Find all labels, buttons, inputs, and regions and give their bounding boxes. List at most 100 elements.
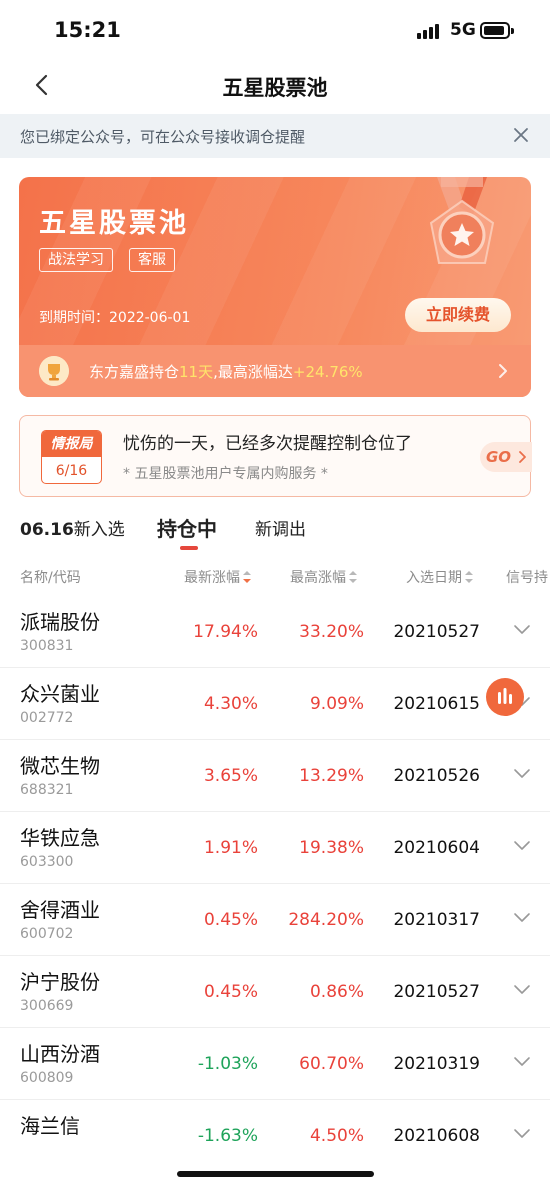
notice-text: 您已绑定公众号，可在公众号接收调仓提醒 bbox=[20, 128, 306, 146]
banner-mid: ,最高涨幅达 bbox=[213, 363, 293, 381]
header-latest-change[interactable]: 最新涨幅 bbox=[184, 567, 251, 587]
sort-icon bbox=[465, 571, 473, 583]
entry-date: 20210527 bbox=[393, 982, 480, 1002]
latest-change: -1.03% bbox=[197, 1054, 258, 1074]
intel-subtitle: * 五星股票池用户专属内购服务 * bbox=[123, 466, 328, 482]
go-button[interactable]: GO bbox=[480, 442, 532, 472]
network-label: 5G bbox=[450, 20, 476, 40]
intel-card[interactable]: 情报局 6/16 忧伤的一天，已经多次提醒控制仓位了 * 五星股票池用户专属内购… bbox=[19, 415, 532, 497]
stock-code: 600702 bbox=[20, 926, 74, 942]
chevron-down-icon[interactable] bbox=[513, 984, 531, 996]
tag-customer-service[interactable]: 客服 bbox=[129, 248, 175, 272]
card-title: 五星股票池 bbox=[39, 208, 189, 239]
status-bar: 15:21 5G bbox=[0, 0, 550, 60]
header-entry-date[interactable]: 入选日期 bbox=[406, 567, 473, 587]
header-label: 最新涨幅 bbox=[184, 570, 240, 586]
tab-date: 06.16 bbox=[20, 520, 74, 540]
header-signal: 信号持 bbox=[506, 570, 548, 586]
stock-name: 微芯生物 bbox=[20, 754, 100, 778]
stock-name: 华铁应急 bbox=[20, 826, 100, 850]
stock-code: 603300 bbox=[20, 854, 74, 870]
latest-change: 3.65% bbox=[203, 766, 258, 786]
chevron-down-icon[interactable] bbox=[513, 1056, 531, 1068]
max-change: 33.20% bbox=[299, 622, 364, 642]
latest-change: 1.91% bbox=[203, 838, 258, 858]
sort-icon bbox=[349, 571, 357, 583]
chevron-right-icon bbox=[499, 364, 507, 378]
stock-code: 688321 bbox=[20, 782, 74, 798]
tab-bar: 06.16新入选 持仓中 新调出 bbox=[0, 505, 550, 555]
trophy-icon bbox=[39, 356, 69, 386]
nav-bar: 五星股票池 bbox=[0, 60, 550, 112]
latest-change: -1.63% bbox=[197, 1126, 258, 1146]
performance-text: 东方嘉盛持仓11天,最高涨幅达+24.76% bbox=[89, 361, 363, 382]
entry-date: 20210604 bbox=[393, 838, 480, 858]
max-change: 9.09% bbox=[309, 694, 364, 714]
chevron-down-icon[interactable] bbox=[513, 624, 531, 636]
expire-label: 到期时间： bbox=[39, 310, 109, 326]
intel-badge: 情报局 6/16 bbox=[41, 430, 102, 484]
entry-date: 20210526 bbox=[393, 766, 480, 786]
max-change: 19.38% bbox=[299, 838, 364, 858]
latest-change: 17.94% bbox=[193, 622, 258, 642]
tab-new-selected[interactable]: 06.16新入选 bbox=[20, 515, 125, 540]
header-max-change[interactable]: 最高涨幅 bbox=[290, 567, 357, 587]
table-row[interactable]: 派瑞股份 300831 17.94% 33.20% 20210527 bbox=[0, 596, 550, 668]
tab-holding[interactable]: 持仓中 bbox=[157, 513, 217, 542]
table-row[interactable]: 山西汾酒 600809 -1.03% 60.70% 20210319 bbox=[0, 1028, 550, 1100]
stock-name: 山西汾酒 bbox=[20, 1042, 100, 1066]
stock-code: 600809 bbox=[20, 1070, 74, 1086]
membership-card: 五星股票池 战法学习 客服 到期时间：2022-06-01 立即续费 东方嘉盛持… bbox=[19, 177, 531, 397]
entry-date: 20210527 bbox=[393, 622, 480, 642]
battery-icon bbox=[480, 22, 514, 39]
header-label: 入选日期 bbox=[406, 570, 462, 586]
notice-bar: 您已绑定公众号，可在公众号接收调仓提醒 bbox=[0, 114, 550, 158]
tab-label: 新入选 bbox=[73, 520, 125, 540]
entry-date: 20210319 bbox=[393, 1054, 480, 1074]
banner-gain: +24.76% bbox=[292, 363, 363, 381]
banner-days: 11天 bbox=[179, 363, 214, 381]
floating-chart-button[interactable] bbox=[486, 678, 524, 716]
entry-date: 20210317 bbox=[393, 910, 480, 930]
table-row[interactable]: 舍得酒业 600702 0.45% 284.20% 20210317 bbox=[0, 884, 550, 956]
intel-badge-date: 6/16 bbox=[55, 463, 88, 479]
chevron-down-icon[interactable] bbox=[513, 1128, 531, 1140]
table-row[interactable]: 众兴菌业 002772 4.30% 9.09% 20210615 bbox=[0, 668, 550, 740]
stock-code: 002772 bbox=[20, 710, 74, 726]
chevron-down-icon[interactable] bbox=[513, 912, 531, 924]
entry-date: 20210615 bbox=[393, 694, 480, 714]
table-header: 名称/代码 最新涨幅 最高涨幅 入选日期 信号持 bbox=[0, 560, 550, 592]
max-change: 60.70% bbox=[299, 1054, 364, 1074]
table-row[interactable]: 海兰信 -1.63% 4.50% 20210608 bbox=[0, 1100, 550, 1172]
max-change: 13.29% bbox=[299, 766, 364, 786]
latest-change: 4.30% bbox=[203, 694, 258, 714]
sort-icon bbox=[243, 571, 251, 583]
latest-change: 0.45% bbox=[203, 982, 258, 1002]
stock-name: 舍得酒业 bbox=[20, 898, 100, 922]
latest-change: 0.45% bbox=[203, 910, 258, 930]
tab-removed[interactable]: 新调出 bbox=[255, 515, 306, 540]
table-row[interactable]: 沪宁股份 300669 0.45% 0.86% 20210527 bbox=[0, 956, 550, 1028]
stock-code: 300669 bbox=[20, 998, 74, 1014]
max-change: 4.50% bbox=[309, 1126, 364, 1146]
stock-code: 300831 bbox=[20, 638, 74, 654]
header-name: 名称/代码 bbox=[20, 570, 81, 586]
stock-name: 派瑞股份 bbox=[20, 610, 100, 634]
banner-prefix: 东方嘉盛持仓 bbox=[89, 363, 180, 381]
close-icon[interactable] bbox=[512, 126, 530, 144]
medal-icon bbox=[429, 177, 495, 264]
status-time: 15:21 bbox=[54, 18, 121, 42]
entry-date: 20210608 bbox=[393, 1126, 480, 1146]
page-title: 五星股票池 bbox=[222, 76, 328, 100]
table-row[interactable]: 微芯生物 688321 3.65% 13.29% 20210526 bbox=[0, 740, 550, 812]
chevron-down-icon[interactable] bbox=[513, 840, 531, 852]
home-indicator bbox=[177, 1171, 374, 1177]
bar-chart-icon bbox=[498, 688, 512, 704]
signal-icon bbox=[417, 23, 443, 39]
max-change: 284.20% bbox=[288, 910, 364, 930]
chevron-down-icon[interactable] bbox=[513, 768, 531, 780]
tag-strategy[interactable]: 战法学习 bbox=[39, 248, 113, 272]
renew-button[interactable]: 立即续费 bbox=[405, 298, 511, 332]
performance-banner[interactable]: 东方嘉盛持仓11天,最高涨幅达+24.76% bbox=[19, 345, 531, 397]
table-row[interactable]: 华铁应急 603300 1.91% 19.38% 20210604 bbox=[0, 812, 550, 884]
